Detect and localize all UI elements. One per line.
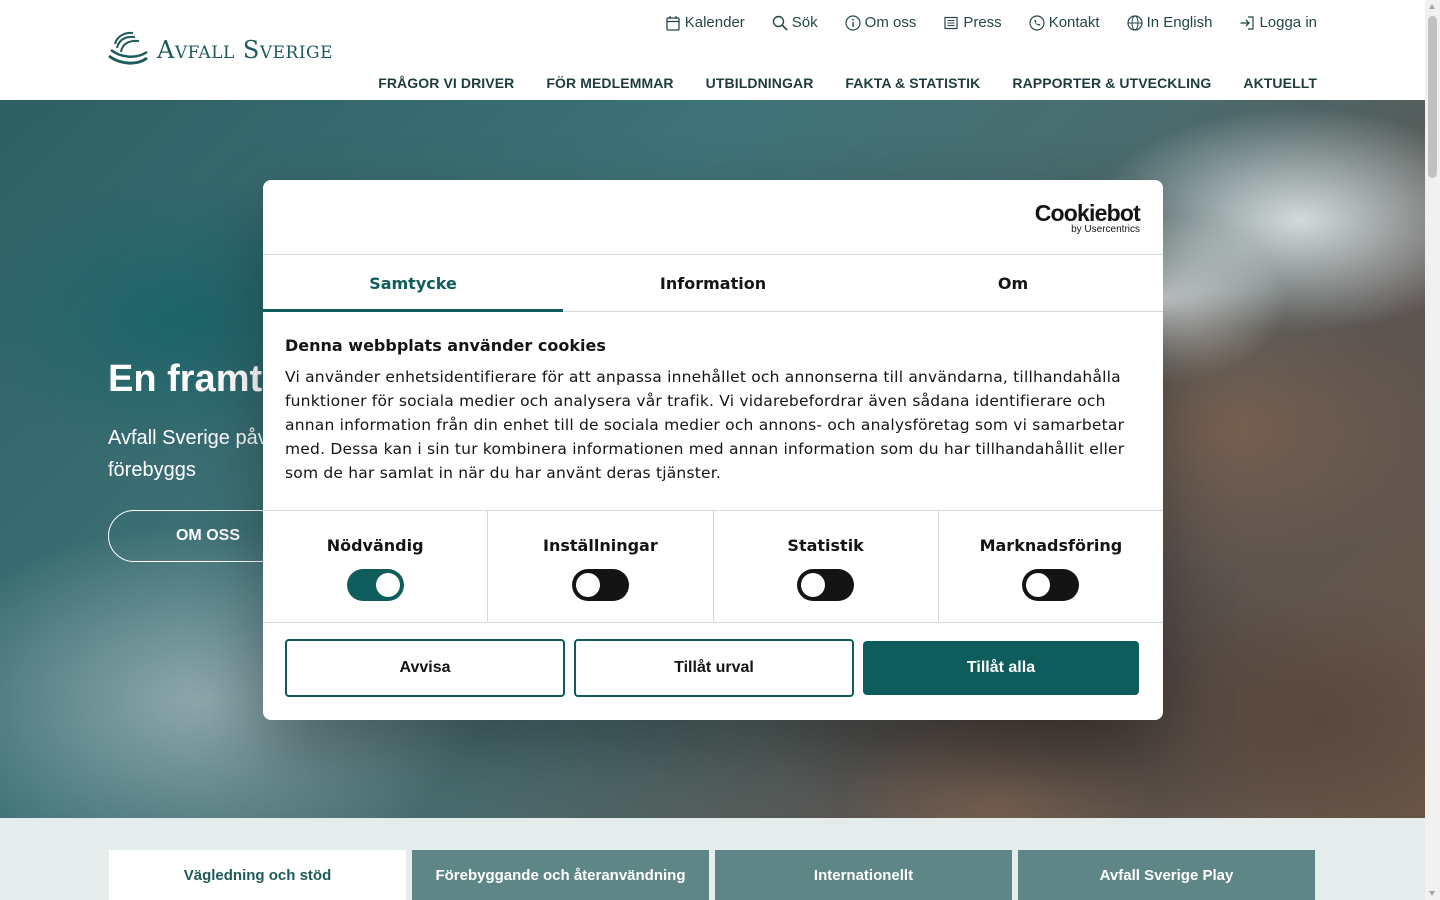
reject-button[interactable]: Avvisa (285, 639, 565, 697)
allow-all-button[interactable]: Tillåt alla (863, 641, 1139, 695)
toggle-statistics: Statistik (714, 511, 939, 622)
dialog-header: Cookiebot by Usercentrics (263, 180, 1163, 255)
util-nav-label: Kontakt (1048, 14, 1100, 31)
marketing-switch[interactable] (1022, 569, 1080, 601)
calendar-icon (666, 15, 680, 31)
site-logo[interactable]: Avfall Sverige (107, 30, 333, 70)
util-nav-login[interactable]: Logga in (1239, 14, 1317, 31)
util-nav-press[interactable]: Press (943, 14, 1002, 31)
topic-tab-play[interactable]: Avfall Sverige Play (1018, 850, 1315, 900)
tab-about[interactable]: Om (863, 255, 1163, 311)
util-nav-label: Press (963, 14, 1002, 31)
necessary-switch[interactable] (346, 569, 404, 601)
newspaper-icon (944, 16, 958, 29)
dialog-tabs: Samtycke Information Om (263, 255, 1163, 312)
util-nav-label: Kalender (684, 14, 745, 31)
switch-knob (1026, 573, 1051, 597)
util-nav-label: In English (1146, 14, 1213, 31)
toggle-marketing: Marknadsföring (939, 511, 1163, 622)
scroll-thumb[interactable] (1428, 16, 1437, 178)
main-nav: FRÅGOR VI DRIVER FÖR MEDLEMMAR UTBILDNIN… (346, 75, 1317, 91)
util-nav-contact[interactable]: Kontakt (1029, 14, 1100, 31)
main-nav-facts[interactable]: FAKTA & STATISTIK (845, 75, 980, 91)
scroll-down-arrow-icon[interactable] (1429, 891, 1435, 896)
switch-knob (801, 573, 826, 597)
util-nav-about[interactable]: Om oss (845, 14, 917, 31)
util-nav-label: Om oss (864, 14, 917, 31)
cookiebot-name: Cookiebot (1034, 200, 1141, 226)
topic-tab-international[interactable]: Internationellt (715, 850, 1012, 900)
consent-toggles: Nödvändig Inställningar Statistik Markna… (263, 510, 1163, 623)
cookie-consent-dialog: Cookiebot by Usercentrics Samtycke Infor… (263, 180, 1163, 720)
topic-tab-prevention[interactable]: Förebyggande och återanvändning (412, 850, 709, 900)
allow-selection-button[interactable]: Tillåt urval (574, 639, 854, 697)
toggle-label: Marknadsföring (979, 536, 1123, 555)
preferences-switch[interactable] (571, 569, 629, 601)
util-nav-english[interactable]: In English (1126, 14, 1213, 31)
cookiebot-logo: Cookiebot by Usercentrics (1034, 200, 1141, 235)
main-nav-education[interactable]: UTBILDNINGAR (706, 75, 814, 91)
switch-knob (375, 573, 400, 597)
login-icon (1240, 15, 1255, 30)
info-icon (845, 14, 861, 31)
logo-text: Avfall Sverige (157, 36, 334, 64)
topic-tabs: Vägledning och stöd Förebyggande och åte… (109, 850, 1315, 900)
util-nav-label: Sök (791, 14, 818, 31)
main-nav-news[interactable]: AKTUELLT (1243, 75, 1317, 91)
switch-knob (575, 573, 600, 597)
topic-tabs-section: Vägledning och stöd Förebyggande och åte… (0, 818, 1425, 900)
toggle-label: Statistik (787, 536, 864, 555)
dialog-buttons: Avvisa Tillåt urval Tillåt alla (263, 623, 1163, 697)
toggle-label: Inställningar (543, 536, 658, 555)
scroll-up-arrow-icon[interactable] (1429, 4, 1435, 9)
dialog-body: Denna webbplats använder cookies Vi anvä… (263, 312, 1163, 510)
toggle-preferences: Inställningar (488, 511, 714, 622)
util-nav-search[interactable]: Sök (772, 14, 818, 31)
util-nav-label: Logga in (1259, 14, 1317, 31)
main-nav-issues[interactable]: FRÅGOR VI DRIVER (378, 75, 514, 91)
logo-mark-icon (108, 31, 148, 65)
globe-icon (1126, 14, 1143, 31)
search-icon (772, 15, 788, 31)
main-nav-reports[interactable]: RAPPORTER & UTVECKLING (1012, 75, 1211, 91)
site-header: Avfall Sverige Kalender Sök Om oss Press… (0, 0, 1425, 100)
statistics-switch[interactable] (797, 569, 855, 601)
toggle-label: Nödvändig (326, 536, 424, 555)
toggle-necessary: Nödvändig (263, 511, 489, 622)
main-nav-members[interactable]: FÖR MEDLEMMAR (546, 75, 673, 91)
utility-nav: Kalender Sök Om oss Press Kontakt In Eng… (638, 14, 1317, 31)
topic-tab-guidance[interactable]: Vägledning och stöd (109, 850, 406, 900)
dialog-title: Denna webbplats använder cookies (285, 336, 606, 355)
tab-consent[interactable]: Samtycke (263, 255, 563, 312)
phone-icon (1029, 14, 1045, 31)
page-scrollbar[interactable] (1425, 0, 1440, 900)
cookiebot-sub: by Usercentrics (1071, 224, 1140, 235)
util-nav-calendar[interactable]: Kalender (665, 14, 745, 31)
tab-information[interactable]: Information (563, 255, 863, 311)
dialog-text: Vi använder enhetsidentifierare för att … (285, 368, 1125, 482)
